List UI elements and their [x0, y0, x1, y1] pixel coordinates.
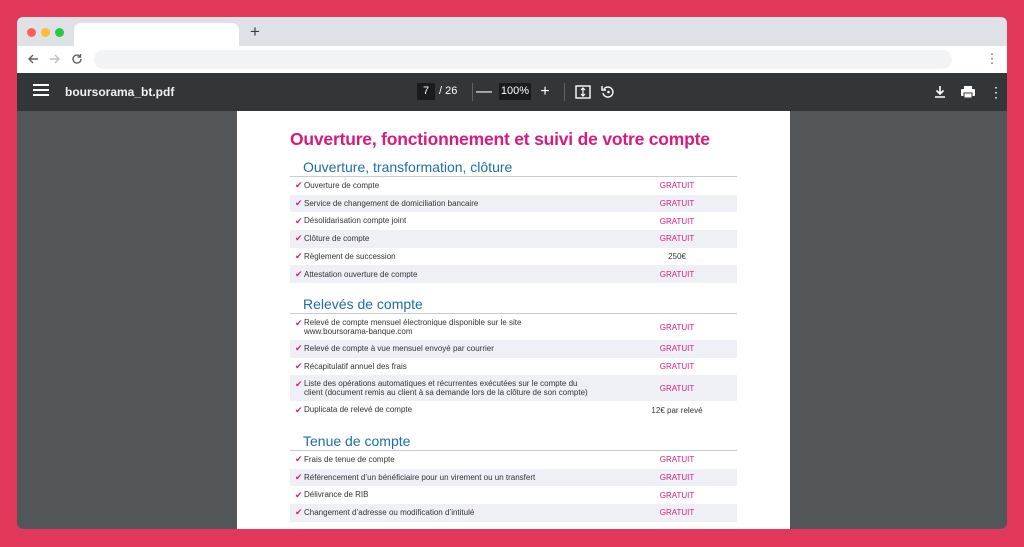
- section-heading: Tenue de compte: [290, 432, 737, 451]
- section-heading: Ouverture, transformation, clôture: [290, 158, 737, 177]
- active-tab[interactable]: [74, 23, 239, 46]
- close-window-button[interactable]: [27, 28, 36, 37]
- checkmark-icon: ✔: [295, 268, 303, 279]
- checkmark-icon: ✔: [295, 343, 303, 354]
- checkmark-icon: ✔: [295, 215, 303, 226]
- browser-menu-button[interactable]: ⋮: [985, 50, 999, 68]
- checkmark-icon: ✔: [295, 489, 303, 500]
- table-row: ✔ Relevé de compte à vue mensuel envoyé p…: [290, 340, 737, 358]
- table-row: ✔ Récapitulatif annuel des frais GRATUIT: [290, 358, 737, 376]
- zoom-in-button[interactable]: +: [537, 82, 553, 102]
- checkmark-icon: ✔: [295, 318, 303, 328]
- checkmark-icon: ✔: [295, 233, 303, 244]
- table-row: ✔ Attestation ouverture de compte GRATUIT: [290, 265, 737, 284]
- rotate-button[interactable]: [599, 83, 617, 101]
- checkmark-icon: ✔: [295, 404, 303, 415]
- section-releves: Relevés de compte ✔ Relevé de compte mens…: [290, 295, 737, 419]
- table-row: ✔ Délivrance de RIB GRATUIT: [290, 486, 737, 504]
- toolbar-divider: [472, 83, 473, 101]
- table-row: ✔ Service de changement de domiciliation …: [290, 194, 737, 213]
- printer-icon: [961, 86, 975, 99]
- arrow-left-icon: [28, 54, 38, 64]
- pdf-filename: boursorama_bt.pdf: [65, 85, 175, 99]
- table-row: ✔ Règlement de succession 250€: [290, 248, 737, 266]
- table-row: ✔ Clôture de compte GRATUIT: [290, 230, 737, 248]
- checkmark-icon: ✔: [295, 198, 303, 209]
- checkmark-icon: ✔: [295, 379, 303, 390]
- section-ouverture: Ouverture, transformation, clôture ✔ Ouve…: [290, 158, 737, 284]
- pdf-toolbar: boursorama_bt.pdf 7 / 26 — 100% + ⋮: [17, 73, 1007, 111]
- checkmark-icon: ✔: [295, 251, 303, 262]
- download-icon: [935, 86, 945, 98]
- arrow-right-icon: [50, 54, 60, 64]
- section-heading: Relevés de compte: [290, 295, 737, 314]
- table-row: ✔ Changement d’adresse ou modification d’…: [290, 504, 737, 522]
- table-row: ✔ Liste des opérations automatiques et ré…: [290, 375, 737, 402]
- zoom-level-input[interactable]: 100%: [499, 83, 531, 100]
- address-bar[interactable]: [94, 50, 952, 69]
- table-row: ✔ Référencement d’un bénéficiaire pour un…: [290, 468, 737, 487]
- checkmark-icon: ✔: [295, 472, 303, 483]
- page-total: / 26: [439, 85, 458, 97]
- fit-page-icon: [575, 85, 591, 99]
- fit-to-page-button[interactable]: [574, 83, 592, 101]
- page-number-input[interactable]: 7: [417, 83, 435, 100]
- section-tenue: Tenue de compte ✔ Frais de tenue de compt…: [290, 432, 737, 522]
- hamburger-menu-icon[interactable]: [33, 84, 49, 98]
- rotate-icon: [601, 86, 614, 98]
- back-button[interactable]: [24, 50, 42, 68]
- browser-window: + ⋮ boursorama_bt.pdf 7 / 26 — 100% + ⋮ …: [17, 17, 1007, 529]
- table-row: ✔ Relevé de compte mensuel électronique d…: [290, 314, 737, 340]
- toolbar-divider: [564, 83, 565, 101]
- table-row: ✔ Ouverture de compte GRATUIT: [290, 177, 737, 195]
- maximize-window-button[interactable]: [55, 28, 64, 37]
- checkmark-icon: ✔: [295, 361, 303, 372]
- table-row: ✔ Désolidarisation compte joint GRATUIT: [290, 212, 737, 230]
- table-row: ✔ Duplicata de relevé de compte 12€ par re…: [290, 401, 737, 419]
- reload-icon: [72, 54, 82, 64]
- document-title: Ouverture, fonctionnement et suivi de vo…: [290, 129, 710, 149]
- navigation-bar: ⋮: [17, 46, 1007, 73]
- table-row: ✔ Frais de tenue de compte GRATUIT: [290, 451, 737, 469]
- minimize-window-button[interactable]: [41, 28, 50, 37]
- checkmark-icon: ✔: [295, 180, 303, 191]
- forward-button[interactable]: [46, 50, 64, 68]
- pdf-page: Ouverture, fonctionnement et suivi de vo…: [237, 111, 790, 529]
- checkmark-icon: ✔: [295, 507, 303, 518]
- new-tab-button[interactable]: +: [247, 22, 263, 42]
- tab-strip: +: [17, 17, 1007, 46]
- checkmark-icon: ✔: [295, 454, 303, 465]
- download-button[interactable]: [931, 83, 949, 101]
- print-button[interactable]: [959, 83, 977, 101]
- zoom-out-button[interactable]: —: [476, 82, 492, 102]
- pdf-more-options-button[interactable]: ⋮: [987, 83, 1005, 101]
- reload-button[interactable]: [68, 50, 86, 68]
